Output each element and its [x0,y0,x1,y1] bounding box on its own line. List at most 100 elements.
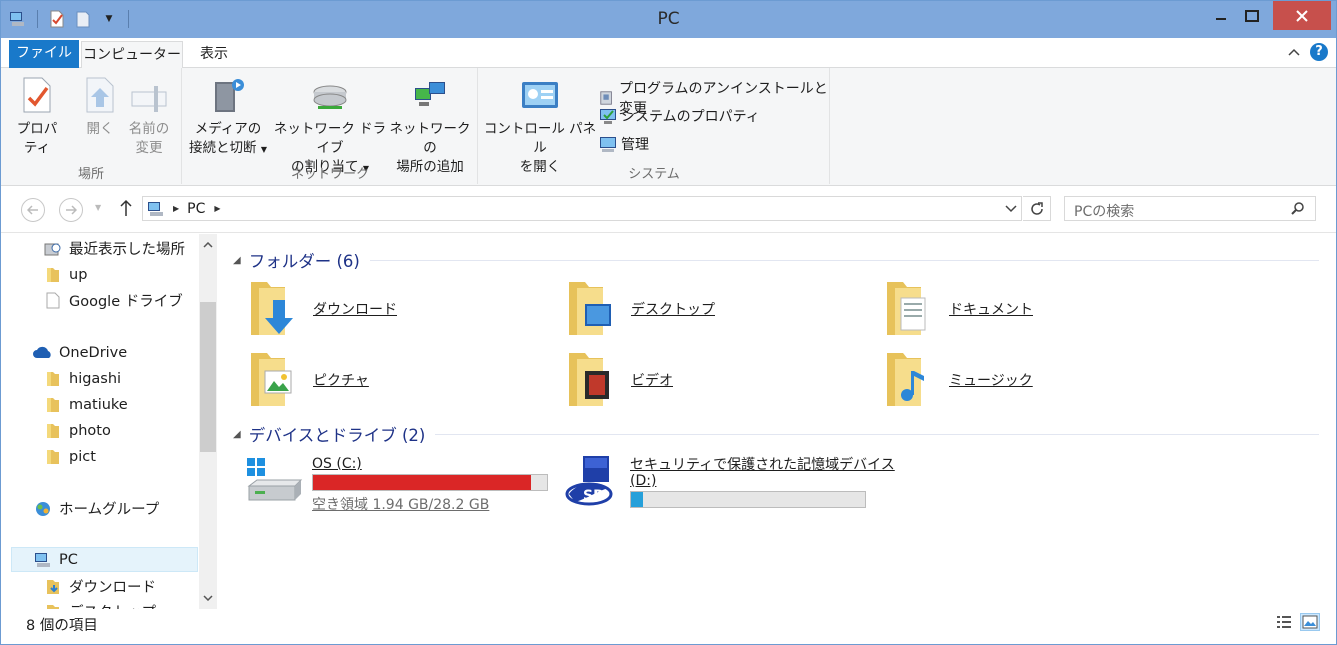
nav-item-pict[interactable]: pict [43,444,96,469]
collapse-ribbon-icon[interactable] [1288,44,1300,60]
netloc-label-1: ネットワークの [389,121,471,156]
system-properties-icon [600,109,616,124]
nav-item-higashi[interactable]: higashi [43,366,121,391]
tab-computer[interactable]: コンピューター [81,41,183,70]
system-properties-button[interactable]: システムのプロパティ [599,106,760,126]
title-bar[interactable]: ▼ PC [1,1,1336,38]
large-icons-view-icon[interactable] [1300,613,1320,631]
maximize-button[interactable] [1238,1,1266,30]
drive-usage-bar [630,491,866,508]
group-label-network: ネットワーク [290,167,369,182]
section-divider [435,433,1319,435]
search-icon[interactable] [1291,201,1305,219]
ribbon-controls: ? [1288,43,1328,61]
file-icon [43,292,63,310]
svg-text:SD: SD [583,488,605,504]
manage-button[interactable]: 管理 [599,134,649,154]
nav-item-recent[interactable]: 最近表示した場所 [43,236,185,261]
search-placeholder: PCの検索 [1074,204,1135,220]
nav-item-label: OneDrive [59,344,128,361]
breadcrumb-pc[interactable]: PC [187,201,205,217]
nav-scrollbar[interactable] [199,234,217,609]
nav-item-google-drive[interactable]: Google ドライブ [43,288,183,313]
refresh-icon [1030,201,1043,215]
nav-item-label: Google ドライブ [69,294,183,310]
nav-item-label: higashi [69,370,122,387]
scroll-thumb[interactable] [200,302,216,452]
folder-tile-pictures[interactable]: ピクチャ [249,349,369,411]
help-icon[interactable]: ? [1310,43,1328,61]
minimize-button[interactable] [1207,1,1235,30]
drives-section-header[interactable]: ◢ デバイスとドライブ (2) [233,422,1319,446]
address-bar[interactable]: ▶ PC ▶ [142,196,1022,221]
nav-item-pc[interactable]: PC [11,547,198,572]
nav-item-matiuke[interactable]: matiuke [43,392,128,417]
drive-c[interactable]: OS (C:) 空き領域 1.94 GB/28.2 GB [245,456,548,514]
group-label-location: 場所 [77,167,104,182]
folder-icon [43,266,63,284]
nav-item-label: ホームグループ [59,502,160,518]
back-button[interactable] [21,198,45,222]
nav-item-label: matiuke [69,396,128,413]
folder-label: ダウンロード [313,302,397,318]
nav-item-label: photo [69,422,111,439]
rename-button[interactable]: 名前の 変更 [125,74,173,158]
nav-item-up[interactable]: up [43,262,87,287]
nav-item-desktop[interactable]: デスクトップ [43,599,156,609]
tab-view[interactable]: 表示 [187,41,241,69]
folder-icon [43,370,63,388]
network-location-icon [415,82,445,106]
folder-tile-desktop[interactable]: デスクトップ [567,278,715,340]
nav-item-homegroup[interactable]: ホームグループ [33,496,159,521]
group-network: メディアの 接続と切断 ▼ ネットワーク ドライブ の割り当て ▼ ネットワーク… [183,68,478,184]
folder-icon [43,448,63,466]
open-button[interactable]: 開く [79,74,121,139]
close-button[interactable] [1273,1,1331,30]
nav-item-photo[interactable]: photo [43,418,111,443]
control-panel-button[interactable]: コントロール パネル を開く [481,74,599,177]
nav-item-label: 最近表示した場所 [69,242,185,258]
folders-header-label: フォルダー (6) [248,252,360,271]
drive-d[interactable]: SD セキュリティで保護された記憶域デバイス (D:) [563,454,895,514]
rename-label-1: 名前の [128,121,170,137]
scroll-down-icon[interactable] [199,589,217,606]
folder-tile-music[interactable]: ミュージック [885,349,1033,411]
up-button[interactable] [119,199,133,221]
drive-free-space: 空き領域 1.94 GB/28.2 GB [312,497,490,513]
folder-tile-downloads[interactable]: ダウンロード [249,278,397,340]
network-drive-icon [313,85,347,109]
nav-item-onedrive[interactable]: OneDrive [33,340,127,365]
recent-locations-dropdown-icon[interactable]: ▼ [95,203,101,212]
media-connect-button[interactable]: メディアの 接続と切断 ▼ [185,74,271,159]
nav-item-downloads[interactable]: ダウンロード [43,574,156,599]
section-divider [369,259,1319,261]
navigation-pane: 最近表示した場所 up Google ドライブ OneDrive higashi… [1,234,218,609]
tab-file[interactable]: ファイル [9,40,79,68]
scroll-up-icon[interactable] [199,236,217,253]
rename-label-2: 変更 [135,140,163,156]
address-dropdown-icon[interactable] [1005,201,1017,217]
drive-label-line2: (D:) [630,473,657,489]
add-network-location-button[interactable]: ネットワークの 場所の追加 [389,74,471,177]
breadcrumb-chevron-icon[interactable]: ▶ [214,204,220,213]
folder-tile-videos[interactable]: ビデオ [567,349,673,411]
breadcrumb-chevron-icon[interactable]: ▶ [173,204,179,213]
refresh-button[interactable] [1023,196,1051,221]
navigation-bar: ▼ ▶ PC ▶ PCの検索 [1,187,1336,233]
view-switcher [1274,613,1320,631]
forward-button[interactable] [59,198,83,222]
folders-section-header[interactable]: ◢ フォルダー (6) [233,248,1319,272]
folder-tile-documents[interactable]: ドキュメント [885,278,1033,340]
properties-button[interactable]: プロパティ [11,74,63,158]
details-view-icon[interactable] [1274,613,1294,631]
collapse-icon[interactable]: ◢ [233,429,241,440]
nav-item-label: ダウンロード [69,580,156,596]
back-arrow-icon [27,205,38,215]
collapse-icon[interactable]: ◢ [233,255,241,266]
manage-label: 管理 [621,137,649,153]
recent-places-icon [43,240,63,258]
videos-folder-icon [567,349,625,411]
drive-usage-fill [313,475,531,490]
search-input[interactable]: PCの検索 [1064,196,1316,221]
media-server-icon [215,79,244,112]
